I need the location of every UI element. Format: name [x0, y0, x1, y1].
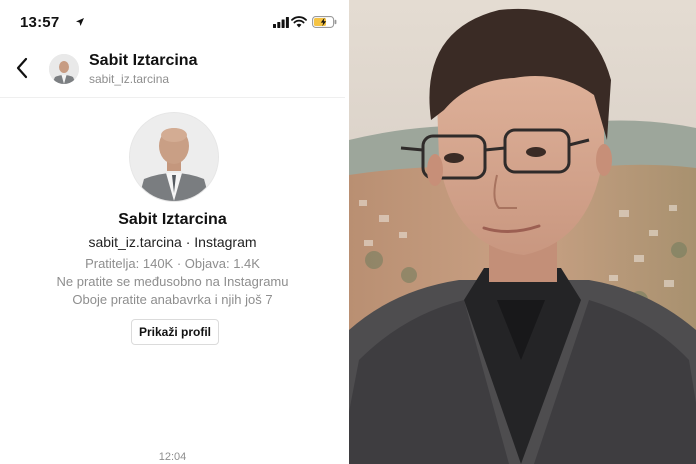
profile-mutual-status: Ne pratite se međusobno na Instagramu: [56, 274, 289, 289]
header-username: sabit_iz.tarcina: [89, 72, 170, 86]
profile-stats: Pratitelja: 140K · Objava: 1.4K: [85, 256, 260, 271]
signal-icon: [273, 17, 289, 28]
battery-charging-icon: [312, 16, 337, 28]
message-timestamp: 12:04: [158, 451, 187, 463]
instagram-chat-screenshot: 13:57 Sabit Iztarcina sabit_iz.tarcina S…: [0, 0, 345, 464]
profile-username-platform: sabit_iz.tarcina · Instagram: [88, 234, 257, 250]
header-divider: [0, 97, 345, 98]
profile-avatar[interactable]: [130, 113, 218, 201]
wifi-icon: [291, 16, 307, 28]
back-chevron-icon[interactable]: [15, 57, 29, 79]
header-name[interactable]: Sabit Iztarcina: [89, 52, 197, 70]
location-arrow-icon: [76, 18, 84, 26]
status-time: 13:57: [20, 14, 60, 31]
profile-name: Sabit Iztarcina: [118, 211, 227, 228]
view-profile-button[interactable]: Prikaži profil: [131, 319, 219, 345]
header-avatar[interactable]: [49, 54, 79, 84]
portrait-photo: [349, 0, 696, 464]
profile-mutual-followers: Oboje pratite anabavrka i njih još 7: [72, 292, 273, 307]
